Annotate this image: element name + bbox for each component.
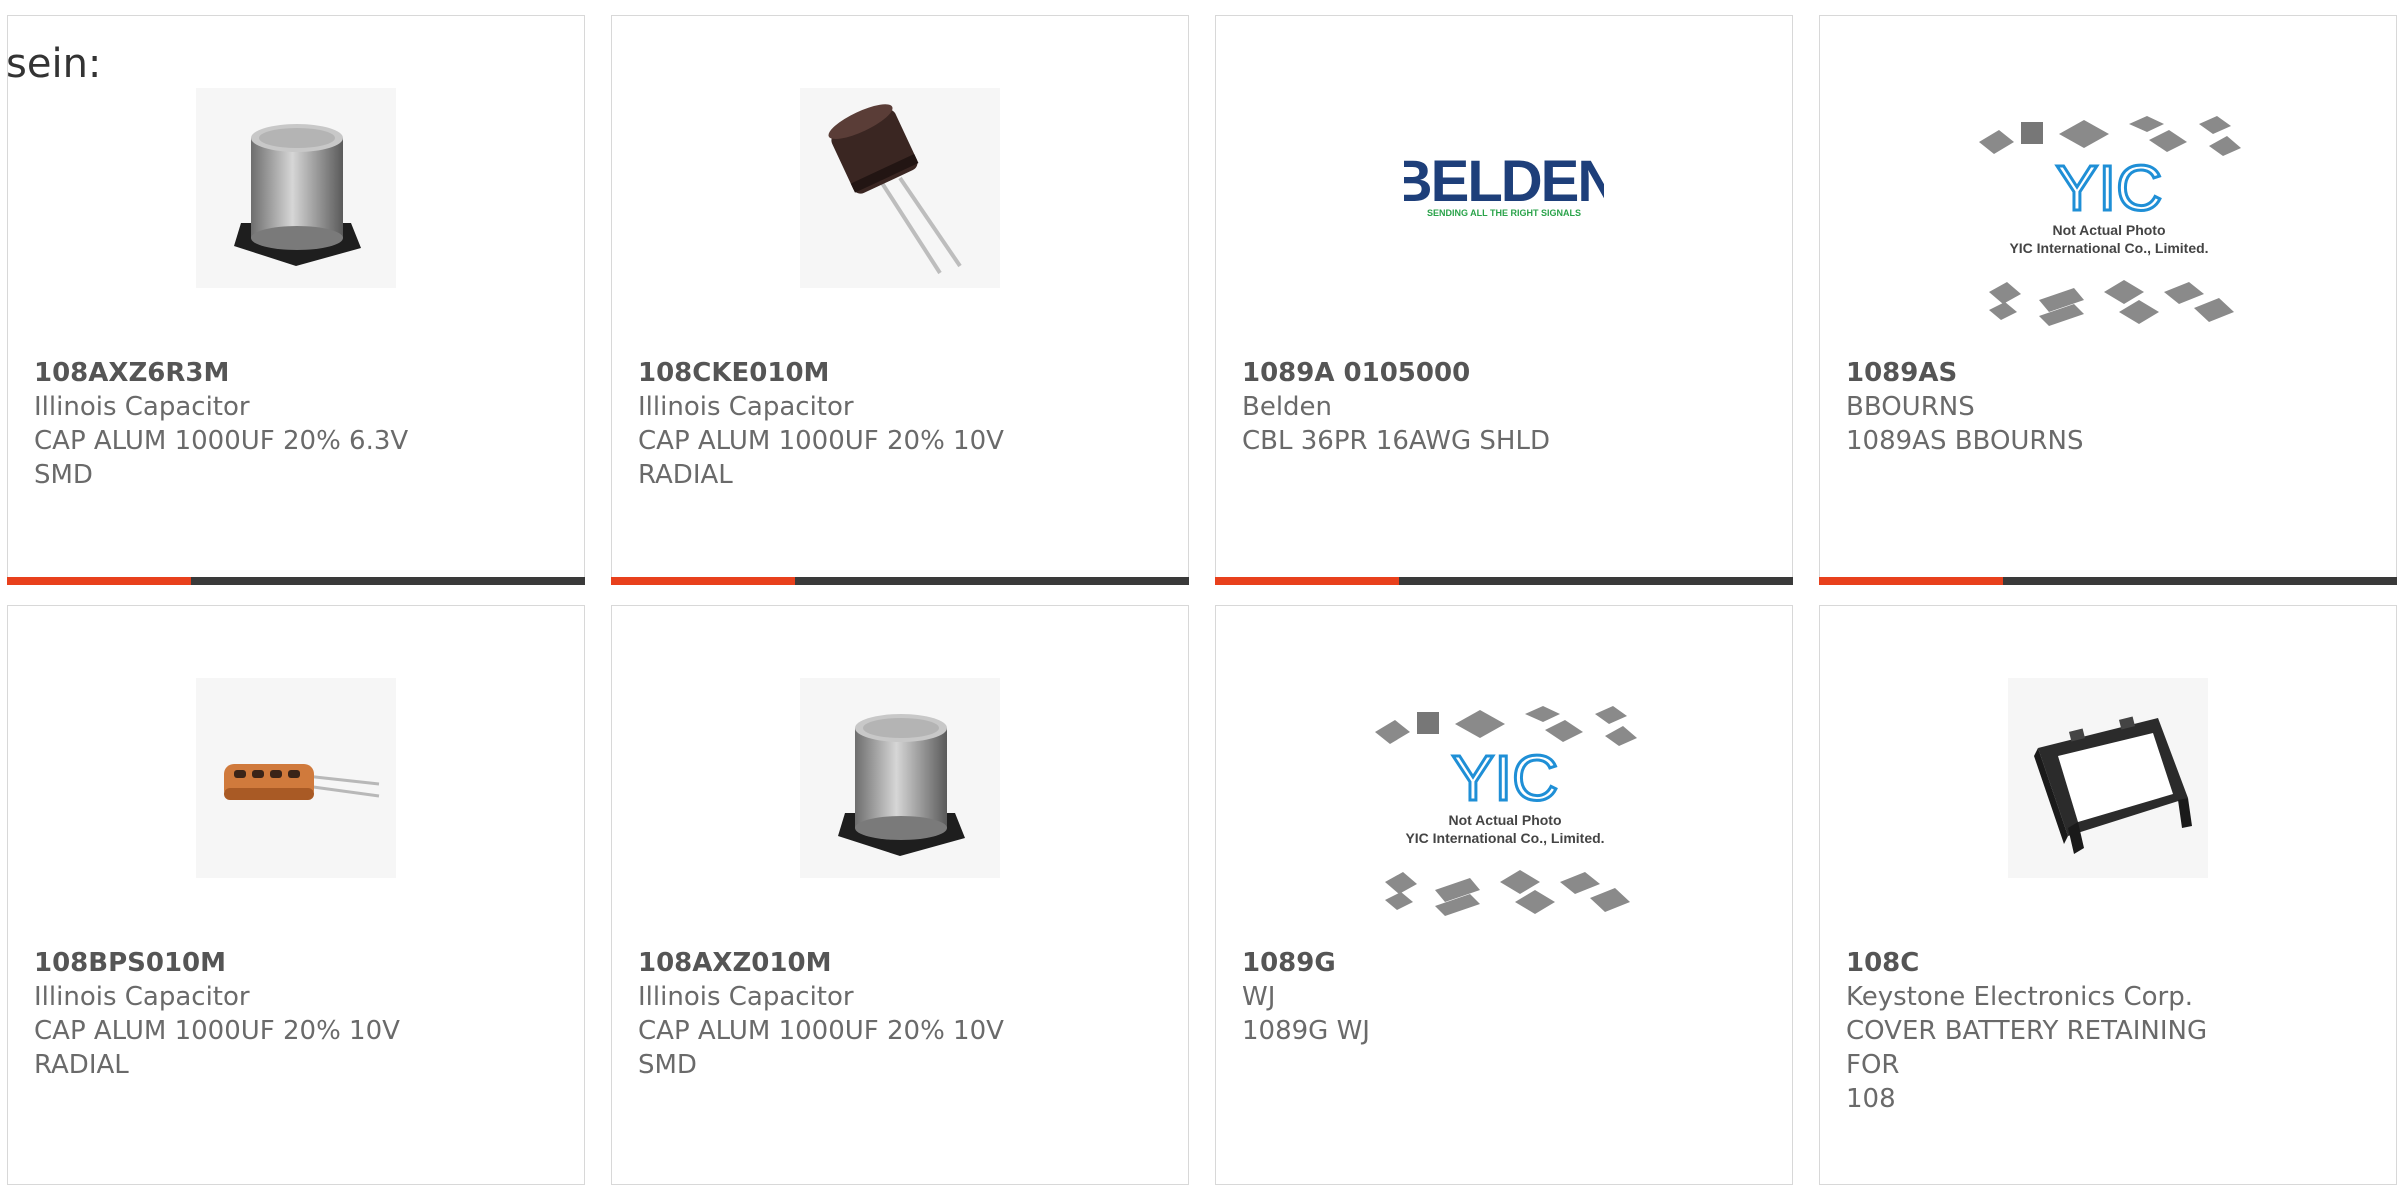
product-card[interactable]: 108AXZ010M Illinois Capacitor CAP ALUM 1… xyxy=(611,605,1189,1185)
product-info: 1089G WJ 1089G WJ xyxy=(1242,946,1662,1048)
product-info: 108C Keystone Electronics Corp. COVER BA… xyxy=(1846,946,2266,1116)
card-footer-bar xyxy=(1215,577,1793,585)
page-heading: sein: xyxy=(6,41,102,87)
description-line: SMD xyxy=(34,460,93,490)
smd-capacitor-icon[interactable] xyxy=(800,678,1000,878)
description-line: CAP ALUM 1000UF 20% 10V xyxy=(638,426,1004,456)
part-number[interactable]: 108CKE010M xyxy=(638,356,1058,390)
product-info: 108CKE010M Illinois Capacitor CAP ALUM 1… xyxy=(638,356,1058,492)
description-line: CAP ALUM 1000UF 20% 10V SMD xyxy=(638,1016,1004,1080)
card-footer-bar xyxy=(7,577,585,585)
part-number[interactable]: 1089A 0105000 xyxy=(1242,356,1662,390)
product-card[interactable]: 108C Keystone Electronics Corp. COVER BA… xyxy=(1819,605,2397,1185)
yic-placeholder-image[interactable]: YIC Not Actual Photo YIC International C… xyxy=(1355,692,1655,932)
product-info: 1089AS BBOURNS 1089AS BBOURNS xyxy=(1846,356,2266,458)
description-line: COVER BATTERY RETAINING FOR xyxy=(1846,1016,2208,1080)
description-line: CAP ALUM 1000UF 20% 10V xyxy=(34,1016,400,1046)
product-info: 1089A 0105000 Belden CBL 36PR 16AWG SHLD xyxy=(1242,356,1662,458)
product-info: 108AXZ010M Illinois Capacitor CAP ALUM 1… xyxy=(638,946,1058,1082)
product-card[interactable]: BELDEN SENDING ALL THE RIGHT SIGNALS 108… xyxy=(1215,15,1793,585)
description-line: CBL 36PR 16AWG SHLD xyxy=(1242,426,1550,456)
manufacturer: Illinois Capacitor xyxy=(638,982,854,1012)
placeholder-line: YIC International Co., Limited. xyxy=(1405,830,1604,846)
card-footer-bar xyxy=(1819,577,2397,585)
placeholder-line: YIC International Co., Limited. xyxy=(2009,240,2208,256)
accent-bar xyxy=(7,577,191,585)
product-info: 108AXZ6R3M Illinois Capacitor CAP ALUM 1… xyxy=(34,356,454,492)
product-card[interactable]: YIC Not Actual Photo YIC International C… xyxy=(1215,605,1793,1185)
description-line: RADIAL xyxy=(638,460,733,490)
product-card[interactable]: YIC Not Actual Photo YIC International C… xyxy=(1819,15,2397,585)
radial-capacitor-icon[interactable] xyxy=(800,88,1000,288)
accent-bar xyxy=(1215,577,1399,585)
placeholder-line: Not Actual Photo xyxy=(2052,222,2165,238)
yic-logo: YIC xyxy=(1452,742,1559,814)
belden-logo[interactable]: BELDEN SENDING ALL THE RIGHT SIGNALS xyxy=(1404,88,1604,288)
accent-bar xyxy=(1819,577,2003,585)
description-line: 1089G WJ xyxy=(1242,1016,1370,1046)
description-line: 108 xyxy=(1846,1084,1896,1114)
placeholder-line: Not Actual Photo xyxy=(1448,812,1561,828)
part-number[interactable]: 1089G xyxy=(1242,946,1662,980)
manufacturer: Illinois Capacitor xyxy=(34,392,250,422)
description-line: RADIAL xyxy=(34,1050,129,1080)
manufacturer: WJ xyxy=(1242,982,1276,1012)
manufacturer: Illinois Capacitor xyxy=(34,982,250,1012)
belden-tagline: SENDING ALL THE RIGHT SIGNALS xyxy=(1427,208,1581,218)
part-number[interactable]: 1089AS xyxy=(1846,356,2266,390)
description-line: 1089AS BBOURNS xyxy=(1846,426,2084,456)
yic-placeholder-image[interactable]: YIC Not Actual Photo YIC International C… xyxy=(1959,102,2259,342)
part-number[interactable]: 108AXZ6R3M xyxy=(34,356,454,390)
product-card[interactable]: 108BPS010M Illinois Capacitor CAP ALUM 1… xyxy=(7,605,585,1185)
card-footer-bar xyxy=(611,577,1189,585)
accent-bar xyxy=(611,577,795,585)
manufacturer: Keystone Electronics Corp. xyxy=(1846,982,2194,1012)
manufacturer: BBOURNS xyxy=(1846,392,1975,422)
smd-capacitor-icon[interactable] xyxy=(196,88,396,288)
manufacturer: Illinois Capacitor xyxy=(638,392,854,422)
product-card[interactable]: 108AXZ6R3M Illinois Capacitor CAP ALUM 1… xyxy=(7,15,585,585)
manufacturer: Belden xyxy=(1242,392,1333,422)
description-line: CAP ALUM 1000UF 20% 6.3V xyxy=(34,426,409,456)
part-number[interactable]: 108AXZ010M xyxy=(638,946,1058,980)
product-card[interactable]: 108CKE010M Illinois Capacitor CAP ALUM 1… xyxy=(611,15,1189,585)
belden-logo-text: BELDEN xyxy=(1404,149,1604,214)
axial-capacitor-icon[interactable] xyxy=(196,678,396,878)
part-number[interactable]: 108C xyxy=(1846,946,2266,980)
product-info: 108BPS010M Illinois Capacitor CAP ALUM 1… xyxy=(34,946,454,1082)
part-number[interactable]: 108BPS010M xyxy=(34,946,454,980)
yic-logo: YIC xyxy=(2056,152,2163,224)
battery-cover-icon[interactable] xyxy=(2008,678,2208,878)
